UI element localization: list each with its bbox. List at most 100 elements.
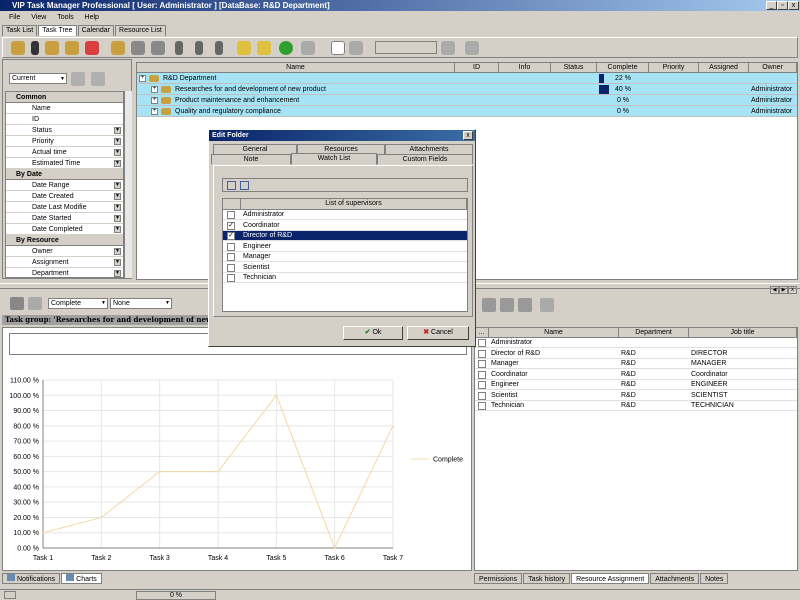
- panel-close-icon[interactable]: x: [788, 286, 797, 294]
- resource-column-header[interactable]: Department: [619, 328, 689, 338]
- menu-file[interactable]: File: [9, 14, 20, 21]
- filter-row[interactable]: Status ▼: [6, 125, 123, 136]
- new-task-icon[interactable]: [11, 41, 25, 55]
- column-header[interactable]: Complete: [597, 63, 649, 73]
- deselect-all-icon[interactable]: [240, 181, 249, 190]
- resource-checkbox[interactable]: [478, 349, 486, 358]
- select-all-icon[interactable]: [227, 181, 236, 190]
- preview-chart-icon[interactable]: [28, 297, 42, 310]
- edit-resource-icon[interactable]: [518, 298, 532, 312]
- delete-task-icon[interactable]: [85, 41, 99, 55]
- supervisor-checkbox[interactable]: [227, 242, 235, 251]
- copy-icon[interactable]: [131, 41, 145, 55]
- menu-view[interactable]: View: [31, 14, 46, 21]
- resource-row[interactable]: Director of R&D R&D DIRECTOR: [475, 349, 797, 359]
- paste-icon[interactable]: [151, 41, 165, 55]
- chevron-down-icon[interactable]: ▼: [114, 182, 121, 189]
- ok-button[interactable]: ✔ Ok: [343, 326, 403, 340]
- tab-charts[interactable]: Charts: [61, 573, 102, 584]
- filter-section[interactable]: By Resource: [6, 235, 123, 246]
- column-header[interactable]: Owner: [749, 63, 797, 73]
- fit-width-icon[interactable]: [331, 41, 345, 55]
- expand-toggle-icon[interactable]: +: [139, 75, 146, 82]
- chevron-down-icon[interactable]: ▼: [114, 193, 121, 200]
- expand-toggle-icon[interactable]: +: [151, 97, 158, 104]
- tab-notifications[interactable]: Notifications: [2, 573, 61, 584]
- column-header[interactable]: Info: [499, 63, 551, 73]
- chevron-down-icon[interactable]: ▼: [114, 215, 121, 222]
- filter-row[interactable]: Date Started ▼: [6, 213, 123, 224]
- tab-attachments[interactable]: Attachments: [650, 573, 700, 584]
- dropdown-arrow-icon[interactable]: [31, 41, 39, 55]
- tab-resource-list[interactable]: Resource List: [115, 25, 166, 36]
- expand-toggle-icon[interactable]: +: [151, 108, 158, 115]
- apply-filter-icon[interactable]: [71, 72, 85, 86]
- menu-help[interactable]: Help: [85, 14, 99, 21]
- resource-row[interactable]: Technician R&D TECHNICIAN: [475, 401, 797, 411]
- tab-task-history[interactable]: Task history: [523, 573, 571, 584]
- filter-row[interactable]: Department ▼: [6, 268, 123, 277]
- supervisor-checkbox[interactable]: ✓: [227, 232, 235, 240]
- resource-row[interactable]: Administrator: [475, 338, 797, 348]
- menu-tools[interactable]: Tools: [57, 14, 73, 21]
- resource-columns-icon[interactable]: [540, 298, 554, 312]
- resource-checkbox[interactable]: [478, 391, 486, 400]
- filter-row[interactable]: Owner ▼: [6, 246, 123, 257]
- resource-column-header[interactable]: Name: [489, 328, 619, 338]
- filter-row[interactable]: Date Created ▼: [6, 191, 123, 202]
- resource-checkbox[interactable]: [478, 402, 486, 410]
- resource-checkbox[interactable]: [478, 360, 486, 368]
- supervisor-checkbox[interactable]: [227, 253, 235, 261]
- chevron-down-icon[interactable]: ▼: [114, 138, 121, 145]
- supervisor-checkbox[interactable]: ✓: [227, 221, 235, 230]
- remove-resource-icon[interactable]: [500, 298, 514, 312]
- tab-resource-assignment[interactable]: Resource Assignment: [571, 573, 650, 584]
- collapse-icon[interactable]: [257, 41, 271, 55]
- panel-next-icon[interactable]: ▶: [779, 286, 788, 294]
- move-up-icon[interactable]: [195, 41, 203, 55]
- supervisor-row[interactable]: Administrator: [223, 210, 467, 220]
- filter-row[interactable]: Name: [6, 103, 123, 114]
- column-header[interactable]: Assigned: [699, 63, 749, 73]
- filter-row[interactable]: Priority ▼: [6, 136, 123, 147]
- filter-row[interactable]: Assignment ▼: [6, 257, 123, 268]
- tab-general[interactable]: General: [213, 144, 297, 154]
- filter-row[interactable]: Date Range ▼: [6, 180, 123, 191]
- resource-row[interactable]: Scientist R&D SCIENTIST: [475, 391, 797, 401]
- dialog-close-button[interactable]: x: [463, 131, 473, 140]
- filter-section[interactable]: By Date: [6, 169, 123, 180]
- resource-column-header[interactable]: ...: [475, 328, 489, 338]
- resource-row[interactable]: Coordinator R&D Coordinator: [475, 370, 797, 380]
- export-icon[interactable]: [441, 41, 455, 55]
- filter-combo[interactable]: [375, 41, 437, 54]
- filter-row[interactable]: ID: [6, 114, 123, 125]
- chevron-down-icon[interactable]: ▼: [114, 204, 121, 211]
- resource-column-header[interactable]: Job title: [689, 328, 797, 338]
- supervisor-row[interactable]: Technician: [223, 273, 467, 283]
- filter-row[interactable]: Estimated Time ▼: [6, 158, 123, 169]
- tab-note[interactable]: Note: [211, 154, 291, 164]
- chevron-down-icon[interactable]: ▼: [114, 259, 121, 266]
- task-row[interactable]: + Researches for and development of new p…: [137, 84, 797, 95]
- chevron-down-icon[interactable]: ▼: [114, 160, 121, 167]
- expand-icon[interactable]: [237, 41, 251, 55]
- move-down-icon[interactable]: [215, 41, 223, 55]
- chevron-down-icon[interactable]: ▼: [114, 248, 121, 255]
- add-resource-icon[interactable]: [482, 298, 496, 312]
- supervisor-checkbox[interactable]: [227, 274, 235, 282]
- filter-section[interactable]: Common: [6, 92, 123, 103]
- tab-watch-list[interactable]: Watch List: [291, 153, 377, 165]
- close-window-button[interactable]: x: [788, 1, 799, 10]
- edit-task-icon[interactable]: [65, 41, 79, 55]
- tab-custom-fields[interactable]: Custom Fields: [377, 154, 473, 164]
- restore-button[interactable]: ▫: [777, 1, 788, 10]
- column-header[interactable]: Status: [551, 63, 597, 73]
- resource-row[interactable]: Engineer R&D ENGINEER: [475, 380, 797, 390]
- filter-row[interactable]: Actual time ▼: [6, 147, 123, 158]
- refresh-icon[interactable]: [279, 41, 293, 55]
- column-header[interactable]: Priority: [649, 63, 699, 73]
- filter-scrollbar[interactable]: [124, 91, 132, 278]
- supervisor-row[interactable]: Scientist: [223, 263, 467, 273]
- column-header[interactable]: Name: [137, 63, 455, 73]
- supervisor-row[interactable]: ✓ Coordinator: [223, 221, 467, 231]
